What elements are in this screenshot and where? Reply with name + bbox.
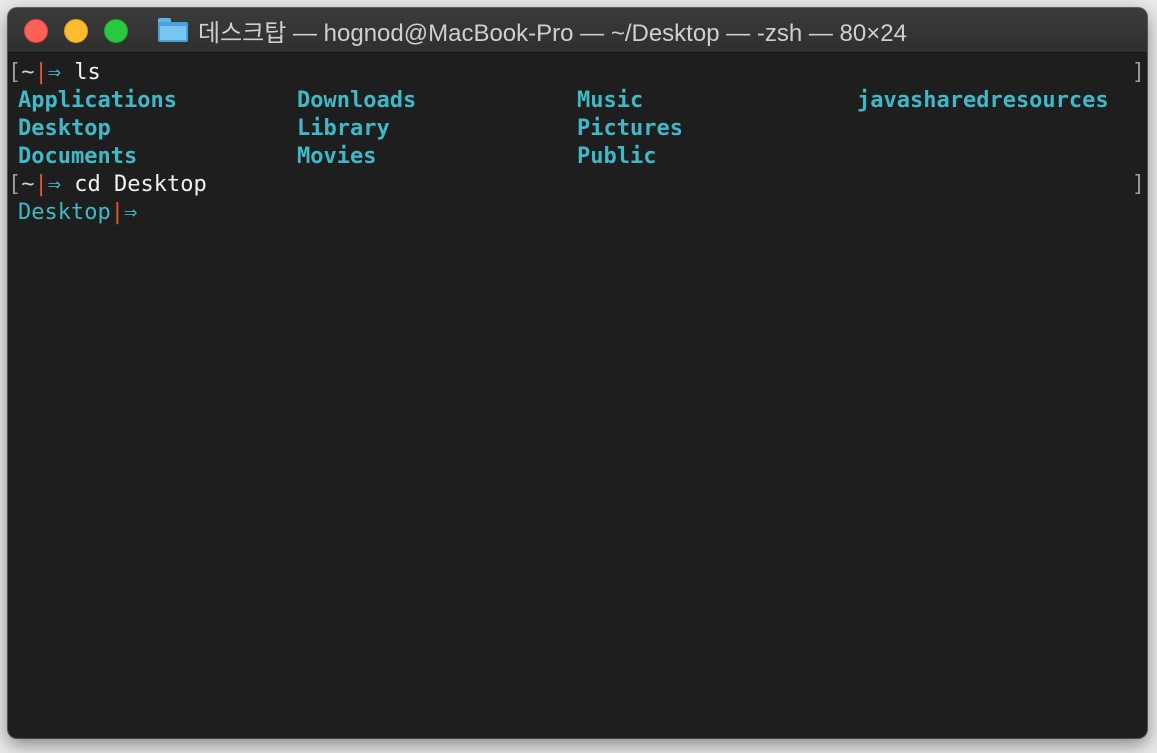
- terminal-window: 데스크탑 — hognod@MacBook-Pro — ~/Desktop — …: [8, 8, 1147, 738]
- window-title: 데스크탑 — hognod@MacBook-Pro — ~/Desktop — …: [158, 8, 907, 52]
- ls-item: Applications: [18, 88, 177, 113]
- prompt-dir: ~: [21, 172, 35, 197]
- prompt-line-ls: [~|⇒ ls]: [8, 59, 1147, 87]
- ls-item: javasharedresources: [857, 88, 1109, 113]
- ls-item: Downloads: [297, 88, 417, 113]
- close-button[interactable]: [24, 19, 48, 43]
- command-text: ls: [61, 60, 101, 85]
- prompt-dir: Desktop: [18, 200, 111, 225]
- prompt-separator: |: [110, 200, 124, 225]
- prompt-open-bracket: [: [8, 60, 22, 85]
- prompt-separator: |: [34, 172, 48, 197]
- terminal-content[interactable]: [~|⇒ ls] Applications Downloads Music ja…: [8, 53, 1147, 738]
- ls-item: Pictures: [577, 116, 683, 141]
- ls-item: Public: [577, 144, 657, 169]
- prompt-arrow: ⇒: [47, 172, 61, 197]
- zoom-button[interactable]: [104, 19, 128, 43]
- prompt-separator: |: [34, 60, 48, 85]
- folder-icon: [158, 18, 188, 42]
- command-text: cd Desktop: [61, 172, 207, 197]
- ls-item: Music: [577, 88, 644, 113]
- prompt-close-bracket: ]: [1131, 60, 1145, 85]
- prompt-arrow: ⇒: [47, 60, 61, 85]
- prompt-close-bracket: ]: [1131, 172, 1145, 197]
- window-title-text: 데스크탑 — hognod@MacBook-Pro — ~/Desktop — …: [198, 19, 907, 47]
- prompt-line-current[interactable]: Desktop|⇒: [8, 199, 1147, 227]
- ls-item: Desktop: [18, 116, 111, 141]
- title-bar[interactable]: 데스크탑 — hognod@MacBook-Pro — ~/Desktop — …: [8, 8, 1147, 53]
- prompt-dir: ~: [21, 60, 35, 85]
- prompt-open-bracket: [: [8, 172, 22, 197]
- ls-output: Applications Downloads Music javasharedr…: [8, 87, 1147, 171]
- prompt-arrow: ⇒: [123, 200, 138, 225]
- ls-item: Library: [297, 116, 390, 141]
- minimize-button[interactable]: [64, 19, 88, 43]
- ls-item: Movies: [297, 144, 377, 169]
- ls-item: Documents: [18, 144, 138, 169]
- prompt-line-cd: [~|⇒ cd Desktop]: [8, 171, 1147, 199]
